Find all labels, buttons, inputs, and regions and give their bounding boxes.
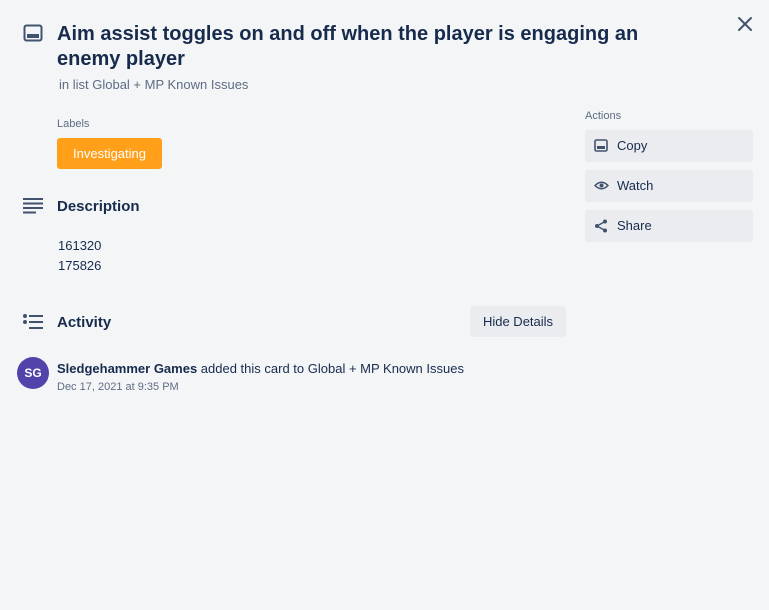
close-icon[interactable] (736, 15, 754, 33)
description-body[interactable]: 161320 175826 (58, 236, 101, 276)
share-icon (594, 219, 608, 236)
list-reference: in list Global + MP Known Issues (59, 77, 249, 92)
hide-details-button[interactable]: Hide Details (470, 306, 566, 337)
description-icon (23, 198, 43, 214)
actions-heading: Actions (585, 110, 622, 122)
activity-action: added this card to Global + MP Known Iss… (197, 361, 464, 376)
description-line: 175826 (58, 258, 102, 273)
eye-icon (593, 179, 610, 195)
label-chip-investigating[interactable]: Investigating (57, 138, 162, 169)
copy-button[interactable]: Copy (585, 130, 753, 162)
activity-entry: Sledgehammer Games added this card to Gl… (57, 361, 464, 376)
card-icon (594, 139, 608, 155)
activity-icon (23, 314, 43, 330)
labels-heading: Labels (57, 118, 90, 130)
activity-heading: Activity (57, 314, 112, 331)
card-icon (23, 24, 43, 42)
share-button[interactable]: Share (585, 210, 753, 242)
description-line: 161320 (58, 238, 102, 253)
share-button-label: Share (617, 218, 652, 233)
watch-button-label: Watch (617, 178, 654, 193)
avatar[interactable]: SG (17, 357, 49, 389)
description-heading: Description (57, 198, 140, 215)
card-title[interactable]: Aim assist toggles on and off when the p… (57, 22, 697, 72)
watch-button[interactable]: Watch (585, 170, 753, 202)
copy-button-label: Copy (617, 138, 648, 153)
activity-timestamp[interactable]: Dec 17, 2021 at 9:35 PM (57, 381, 179, 393)
activity-author[interactable]: Sledgehammer Games (57, 361, 197, 376)
